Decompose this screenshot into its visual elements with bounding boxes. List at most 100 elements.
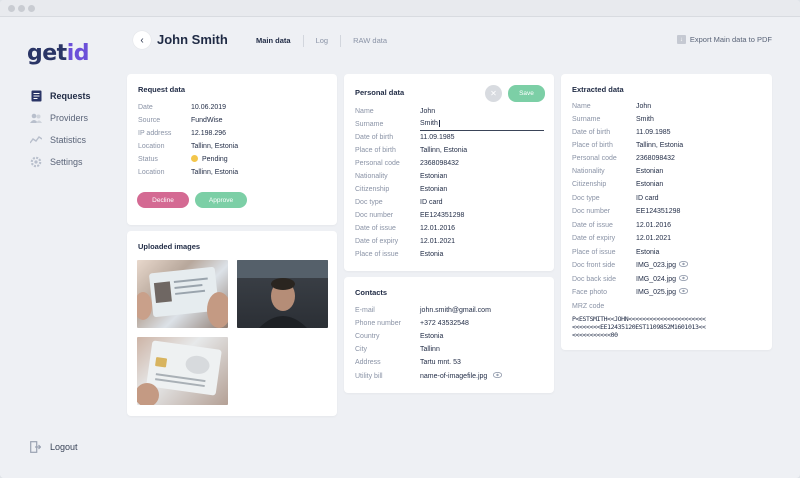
personal-row-doctype: Doc type ID card xyxy=(355,197,443,208)
tab-main-data[interactable]: Main data xyxy=(252,35,303,47)
row-value: ID card xyxy=(636,195,659,202)
mrz-line-2: <<<<<<<<EE12435120EST1109852M1601013<< xyxy=(572,323,706,331)
cancel-edit-button[interactable]: ✕ xyxy=(485,85,502,102)
row-value: FundWise xyxy=(191,117,223,124)
card-title: Contacts xyxy=(355,288,388,297)
contacts-row-address: Address Tartu mnt. 53 xyxy=(355,357,461,368)
extracted-row-dob: Date of birth 11.09.1985 xyxy=(572,127,671,138)
page-title: John Smith xyxy=(157,32,228,47)
contacts-row-phone: Phone number +372 43532548 xyxy=(355,318,469,329)
extracted-row-expiry: Date of expiry 12.01.2021 xyxy=(572,233,671,244)
card-title: Uploaded images xyxy=(138,242,201,251)
row-value: Tallinn xyxy=(420,346,440,353)
personal-row-name: Name John xyxy=(355,106,435,117)
decline-button[interactable]: Decline xyxy=(137,192,189,208)
row-label: Doc number xyxy=(355,212,394,219)
logo-text: get xyxy=(27,41,67,66)
personal-row-citizenship: Citizenship Estonian xyxy=(355,184,447,195)
row-value: Estonian xyxy=(420,186,448,193)
chevron-left-icon: ‹ xyxy=(140,34,144,46)
face-photo-link[interactable]: IMG_025.jpg xyxy=(636,287,689,298)
row-label: Date of expiry xyxy=(355,238,399,245)
tab-bar: Main data Log RAW data xyxy=(252,35,399,47)
text-cursor xyxy=(438,120,440,127)
row-value: Estonian xyxy=(636,168,664,175)
sidebar-item-label: Statistics xyxy=(50,135,87,145)
extracted-row-docnumber: Doc number EE124351298 xyxy=(572,206,680,217)
request-data-card: Request data Date 10.06.2019 Source FundWi… xyxy=(127,74,337,225)
contacts-row-city: City Tallinn xyxy=(355,344,440,355)
row-value: John xyxy=(636,103,652,110)
row-label: Country xyxy=(355,333,380,340)
utility-bill-link[interactable]: name-of-imagefile.jpg xyxy=(420,371,503,382)
eye-icon[interactable] xyxy=(679,275,689,281)
row-label: Doc type xyxy=(355,199,383,206)
row-label: Date of issue xyxy=(355,225,396,232)
row-label: Nationality xyxy=(572,168,605,175)
card-title: Personal data xyxy=(355,88,405,97)
request-row-source: Source FundWise xyxy=(138,115,223,126)
row-value: Estonia xyxy=(420,251,444,258)
personal-row-expiry: Date of expiry 12.01.2021 xyxy=(355,236,455,247)
doc-front-link[interactable]: IMG_023.jpg xyxy=(636,260,689,271)
personal-row-pob: Place of birth Tallinn, Estonia xyxy=(355,145,467,156)
tab-log[interactable]: Log xyxy=(302,35,341,47)
face-photo-image[interactable] xyxy=(237,260,328,328)
window-maximize-dot[interactable] xyxy=(28,5,35,12)
window-close-dot[interactable] xyxy=(8,5,15,12)
extracted-row-issue: Date of issue 12.01.2016 xyxy=(572,220,671,231)
extracted-row-code: Personal code 2368098432 xyxy=(572,153,675,164)
row-label: Phone number xyxy=(355,320,401,327)
sidebar-item-requests[interactable]: Requests xyxy=(30,89,91,103)
export-label: Export Main data to PDF xyxy=(689,35,772,44)
row-value: John xyxy=(420,108,436,115)
sidebar-item-statistics[interactable]: Statistics xyxy=(30,133,86,147)
row-label: Status xyxy=(138,156,158,163)
row-label: Source xyxy=(138,117,161,124)
row-label: Doc number xyxy=(572,208,611,215)
row-label: City xyxy=(355,346,368,353)
sidebar-item-label: Settings xyxy=(50,157,83,167)
extracted-row-name: Name John xyxy=(572,101,651,112)
export-pdf-button[interactable]: ↓ Export Main data to PDF xyxy=(676,35,772,44)
eye-icon[interactable] xyxy=(493,372,503,378)
doc-back-link[interactable]: IMG_024.jpg xyxy=(636,274,689,285)
row-label: Surname xyxy=(355,121,384,128)
row-value: Tallinn, Estonia xyxy=(191,169,239,176)
sidebar-item-settings[interactable]: Settings xyxy=(30,155,83,169)
personal-row-dob: Date of birth 11.09.1985 xyxy=(355,132,455,143)
row-label: Date of expiry xyxy=(572,235,616,242)
extracted-row-doctype: Doc type ID card xyxy=(572,193,659,204)
doc-back-image[interactable] xyxy=(137,337,228,405)
row-value: ID card xyxy=(420,199,443,206)
row-label: MRZ code xyxy=(572,303,605,310)
doc-front-image[interactable] xyxy=(137,260,228,328)
approve-button[interactable]: Approve xyxy=(195,192,247,208)
eye-icon[interactable] xyxy=(679,261,689,267)
row-label: Name xyxy=(572,103,591,110)
logo[interactable]: getid xyxy=(27,41,89,66)
logout-label: Logout xyxy=(50,442,78,452)
sidebar-item-label: Requests xyxy=(50,91,91,101)
contacts-card: Contacts E-mail john.smith@gmail.com Phon… xyxy=(344,277,554,393)
window-minimize-dot[interactable] xyxy=(18,5,25,12)
row-value: 2368098432 xyxy=(636,155,675,162)
sidebar-item-providers[interactable]: Providers xyxy=(30,111,88,125)
personal-row-surname: Surname xyxy=(355,119,420,130)
surname-input[interactable]: Smith xyxy=(420,118,544,131)
row-value: Estonia xyxy=(636,249,660,256)
back-button[interactable]: ‹ xyxy=(133,31,151,49)
row-label: Personal code xyxy=(572,155,617,162)
tab-raw-data[interactable]: RAW data xyxy=(340,35,399,47)
row-label: Doc front side xyxy=(572,262,616,269)
row-value: name-of-imagefile.jpg xyxy=(420,373,488,380)
row-label: Doc type xyxy=(572,195,600,202)
row-label: Date of issue xyxy=(572,222,613,229)
row-label: Citizenship xyxy=(355,186,390,193)
mrz-line-1: P<ESTSMITH<<JOHN<<<<<<<<<<<<<<<<<<<<<< xyxy=(572,315,706,323)
request-row-location-2: Location Tallinn, Estonia xyxy=(138,167,238,178)
logout-button[interactable]: Logout xyxy=(30,441,78,453)
eye-icon[interactable] xyxy=(679,288,689,294)
save-button[interactable]: Save xyxy=(508,85,545,102)
row-label: Surname xyxy=(572,116,601,123)
